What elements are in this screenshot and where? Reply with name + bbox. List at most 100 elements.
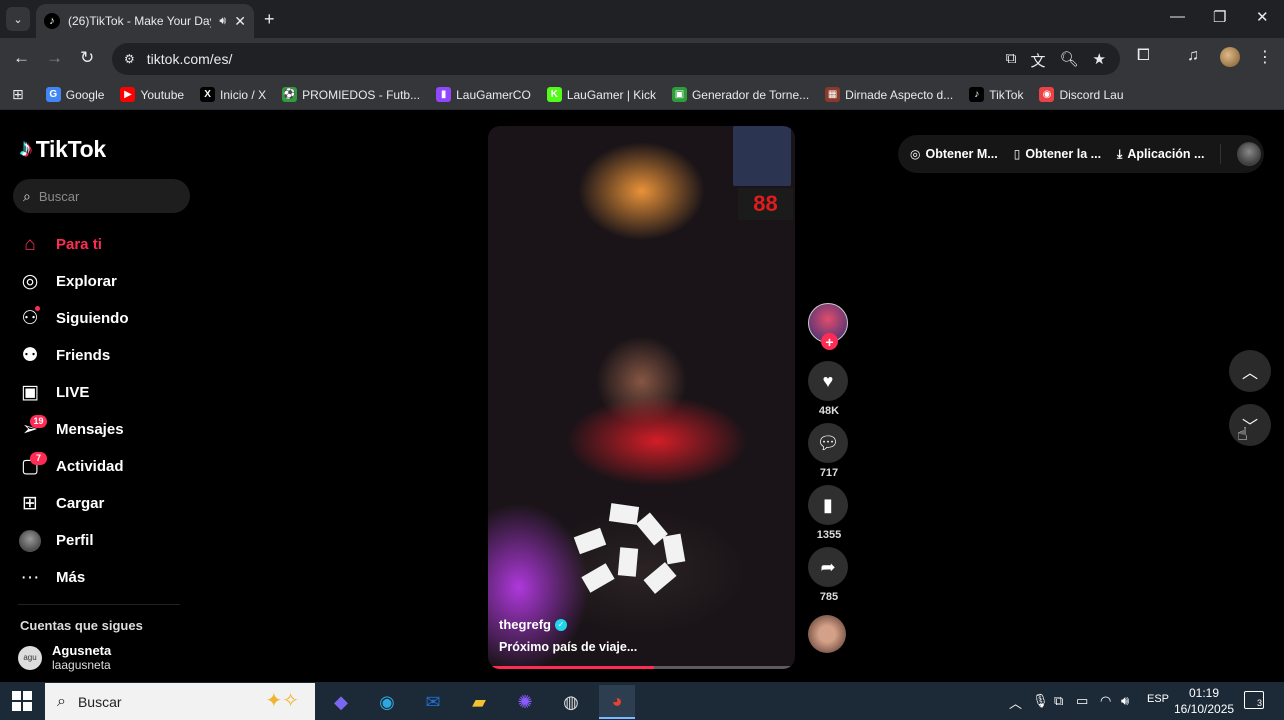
url-text[interactable]: tiktok.com/es/ — [147, 51, 233, 67]
obs-app-icon[interactable]: ◍ — [553, 685, 589, 719]
video-scene-paper — [581, 563, 615, 593]
sidebar-item-mensajes[interactable]: ➢ 19 Mensajes — [18, 411, 129, 448]
video-progress-bar[interactable] — [488, 666, 795, 669]
copilot-app-icon[interactable]: ◆ — [323, 685, 359, 719]
get-coins-button[interactable]: ◎ Obtener M... — [910, 147, 998, 161]
creator-avatar[interactable]: + — [808, 303, 848, 350]
microphone-icon[interactable]: 🎙︎ — [1032, 693, 1049, 709]
forward-button[interactable]: → — [46, 48, 63, 68]
app-icon[interactable]: ✺ — [507, 685, 543, 719]
sidebar-item-live[interactable]: ▣ LIVE — [18, 374, 129, 411]
video-actions: + ♥ 48K 💬︎ 717 ▮ 1355 ➦ 785 — [808, 303, 850, 653]
share-arrow-icon: ➦ — [820, 556, 836, 577]
volume-icon[interactable]: 🔊︎ — [1121, 693, 1129, 709]
edge-app-icon[interactable]: ◉ — [369, 685, 405, 719]
file-explorer-icon[interactable]: ▰ — [461, 685, 497, 719]
media-controls-icon[interactable]: ♫ — [1187, 47, 1199, 65]
get-app-button[interactable]: ▯ Obtener la ... — [1014, 147, 1101, 161]
taskbar-search[interactable]: ⌕ Buscar ✦✧ — [45, 683, 315, 720]
restore-window-icon[interactable]: ❐ — [1213, 8, 1226, 26]
followed-account-name: Agusneta — [52, 643, 112, 658]
start-button[interactable] — [12, 691, 32, 711]
bookmark-item[interactable]: ▶ Youtube — [120, 87, 184, 102]
browser-tab-tiktok[interactable]: ♪ (26)TikTok - Make Your Day 🔊︎ ✕ — [36, 4, 254, 38]
promiedos-icon: ⚽ — [282, 87, 298, 102]
sidebar-item-m-s[interactable]: ··· Más — [18, 559, 129, 596]
sidebar-item-explorar[interactable]: ◎ Explorar — [18, 263, 129, 300]
sidebar-item-label: Siguiendo — [56, 310, 129, 327]
next-video-button[interactable]: ﹀ — [1229, 404, 1271, 446]
sidebar-item-siguiendo[interactable]: ⚇ Siguiendo — [18, 300, 129, 337]
sidebar-item-perfil[interactable]: Perfil — [18, 522, 129, 559]
reload-button[interactable]: ↻ — [80, 48, 94, 68]
notification-center-icon[interactable]: 3 — [1244, 691, 1264, 709]
close-tab-icon[interactable]: ✕ — [234, 13, 246, 30]
sidebar-item-para-ti[interactable]: ⌂ Para ti — [18, 226, 129, 263]
menu-kebab-icon[interactable]: ⋮ — [1257, 47, 1273, 67]
comment-button[interactable]: 💬︎ — [808, 423, 848, 463]
install-app-icon[interactable]: ⧉ — [1006, 50, 1017, 71]
bookmark-label: LauGamerCO — [456, 87, 531, 102]
bookmark-item[interactable]: ⚽ PROMIEDOS - Futb... — [282, 87, 420, 102]
apps-grid-icon[interactable]: ⊞ — [12, 86, 24, 103]
video-description[interactable]: Próximo país de viaje... — [499, 640, 637, 654]
new-tab-button[interactable]: + — [264, 9, 275, 30]
wifi-icon[interactable]: ◠ — [1100, 693, 1111, 709]
taskbar-clock[interactable]: 01:19 16/10/2025 — [1174, 685, 1234, 717]
like-button[interactable]: ♥ — [808, 361, 848, 401]
bookmark-item[interactable]: ▮ LauGamerCO — [436, 87, 531, 102]
sidebar-item-actividad[interactable]: ▢ 7 Actividad — [18, 448, 129, 485]
language-indicator[interactable]: ESP — [1147, 693, 1169, 705]
extensions-icon[interactable]: ⧠ — [1137, 47, 1150, 65]
sidebar-item-label: LIVE — [56, 384, 90, 401]
bookmark-item[interactable]: X Inicio / X — [200, 87, 266, 102]
battery-icon[interactable]: ▭ — [1076, 693, 1088, 709]
bookmark-item[interactable]: ♪ TikTok — [969, 87, 1023, 102]
video-author[interactable]: thegrefg ✓ — [499, 617, 567, 632]
previous-video-button[interactable]: ︿ — [1229, 350, 1271, 392]
bookmark-star-icon[interactable]: ★ — [1093, 50, 1106, 71]
tray-app-icon[interactable]: ⧉ — [1054, 693, 1063, 709]
music-disc-avatar[interactable] — [808, 615, 846, 653]
save-button[interactable]: ▮ — [808, 485, 848, 525]
video-author-name[interactable]: thegrefg — [499, 617, 551, 632]
bookmark-item[interactable]: G Google — [45, 87, 104, 102]
followed-account-item[interactable]: agu Agusneta laagusneta — [18, 643, 111, 672]
chrome-app-icon[interactable]: ◕ — [599, 685, 635, 719]
close-window-icon[interactable]: ✕ — [1256, 8, 1269, 26]
video-player[interactable]: 88 thegrefg ✓ Próximo país de viaje... — [488, 126, 795, 669]
user-avatar[interactable] — [1237, 142, 1262, 166]
audio-playing-icon[interactable]: 🔊︎ — [219, 15, 226, 28]
minimize-window-icon[interactable]: — — [1170, 8, 1185, 25]
google-icon: G — [45, 87, 61, 102]
follow-plus-icon[interactable]: + — [821, 333, 838, 350]
desktop-app-button[interactable]: ⤓ Aplicación ... — [1117, 147, 1204, 162]
sidebar-item-cargar[interactable]: ⊞ Cargar — [18, 485, 129, 522]
live-icon: ▣ — [21, 382, 39, 403]
video-scene-paper — [662, 533, 686, 565]
bookmark-item[interactable]: ◉ Discord Lau — [1039, 87, 1124, 102]
site-info-icon[interactable]: ⚙ — [124, 52, 135, 66]
share-button[interactable]: ➦ — [808, 547, 848, 587]
tiktok-logo[interactable]: ♪ TikTok — [20, 135, 106, 163]
tiktok-icon: ♪ — [969, 87, 985, 102]
mouse-cursor-icon: ☝ — [1237, 424, 1248, 444]
outlook-app-icon[interactable]: ✉ — [415, 685, 451, 719]
address-bar[interactable]: ⚙ tiktok.com/es/ ⧉ 文 🔍︎ ★ — [112, 43, 1120, 75]
bookmark-item[interactable]: ▦ Dirnade Aspecto d... — [825, 87, 953, 102]
upload-icon: ⊞ — [22, 493, 38, 514]
zoom-icon[interactable]: 🔍︎ — [1060, 50, 1079, 71]
bookmark-label: Youtube — [140, 87, 185, 102]
sidebar-item-label: Friends — [56, 347, 111, 364]
bookmark-item[interactable]: K LauGamer | Kick — [546, 87, 656, 102]
tab-search-button[interactable]: ⌄ — [6, 7, 30, 31]
search-bar[interactable]: ⌕ — [13, 179, 190, 213]
translate-icon[interactable]: 文 — [1030, 50, 1045, 71]
bookmark-label: Inicio / X — [220, 87, 267, 102]
sidebar-item-friends[interactable]: ⚉ Friends — [18, 337, 129, 374]
back-button[interactable]: ← — [13, 48, 30, 68]
tray-overflow-icon[interactable]: ︿ — [1009, 693, 1022, 712]
bookmark-item[interactable]: ▣ Generador de Torne... — [671, 87, 809, 102]
search-input[interactable] — [38, 188, 169, 204]
profile-avatar-icon[interactable] — [1220, 47, 1240, 67]
